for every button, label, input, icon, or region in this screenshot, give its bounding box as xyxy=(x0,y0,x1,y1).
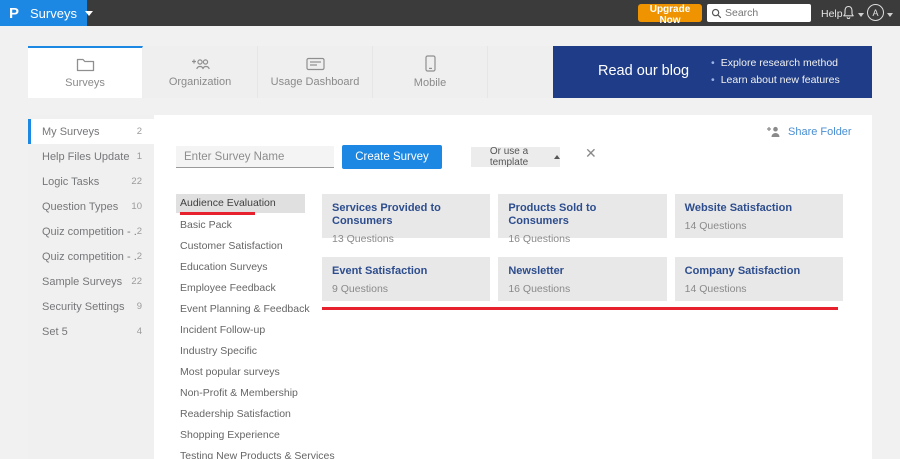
add-person-icon xyxy=(766,125,781,138)
folders-sidebar: My Surveys 2 Help Files Update 1 Logic T… xyxy=(28,115,154,459)
blog-link[interactable]: Read our blog xyxy=(598,63,689,79)
help-link[interactable]: Help xyxy=(821,8,843,20)
search-icon xyxy=(711,8,722,19)
category-event-planning-feedback[interactable]: Event Planning & Feedback xyxy=(176,299,310,320)
tab-surveys[interactable]: Surveys xyxy=(28,46,143,98)
count-badge: 2 xyxy=(136,126,142,137)
template-question-count: 16 Questions xyxy=(508,233,571,245)
category-customer-satisfaction[interactable]: Customer Satisfaction xyxy=(176,236,305,257)
category-most-popular-surveys[interactable]: Most popular surveys xyxy=(176,362,305,383)
search-box[interactable] xyxy=(707,4,811,22)
use-template-dropdown[interactable]: Or use a template xyxy=(471,146,560,168)
count-badge: 2 xyxy=(136,226,142,237)
chevron-up-icon xyxy=(554,155,560,159)
search-input[interactable] xyxy=(725,7,805,19)
tab-mobile[interactable]: Mobile xyxy=(373,46,488,98)
sidebar-item-sample-surveys[interactable]: Sample Surveys 22 xyxy=(28,269,154,294)
chevron-down-icon xyxy=(84,10,93,16)
tab-label: Mobile xyxy=(413,77,447,89)
mobile-icon xyxy=(424,55,436,72)
category-testing-new-products[interactable]: Testing New Products & Services xyxy=(176,446,335,459)
tab-strip: Surveys Organization Usage Dashboard Mob… xyxy=(28,46,872,98)
category-employee-feedback[interactable]: Employee Feedback xyxy=(176,278,305,299)
folder-icon xyxy=(76,57,95,72)
template-title: Website Satisfaction xyxy=(684,202,793,214)
count-badge: 10 xyxy=(131,201,142,212)
count-badge: 22 xyxy=(131,176,142,187)
count-badge: 1 xyxy=(136,151,142,162)
main-panel: My Surveys 2 Help Files Update 1 Logic T… xyxy=(28,115,872,459)
template-title: Event Satisfaction xyxy=(332,265,428,277)
sidebar-item-security-settings[interactable]: Security Settings 9 xyxy=(28,294,154,319)
dashboard-icon xyxy=(305,57,325,71)
sidebar-item-set-5[interactable]: Set 5 4 xyxy=(28,319,154,344)
proprofs-logo-icon: P xyxy=(9,4,20,22)
blog-bullet: Explore research method xyxy=(711,55,840,72)
template-card[interactable]: Company Satisfaction 14 Questions xyxy=(674,257,843,301)
tab-label: Surveys xyxy=(65,77,105,89)
blog-bullet: Learn about new features xyxy=(711,72,840,89)
template-category-list: Audience Evaluation Basic Pack Customer … xyxy=(176,194,335,459)
template-card[interactable]: Website Satisfaction 14 Questions xyxy=(674,194,843,238)
sidebar-item-quiz-competition-1[interactable]: Quiz competition - ... 2 xyxy=(28,219,154,244)
annotation-line xyxy=(322,307,838,310)
sidebar-item-my-surveys[interactable]: My Surveys 2 xyxy=(28,119,154,144)
tab-label: Usage Dashboard xyxy=(270,75,360,88)
app-window: P Surveys Upgrade Now Help A xyxy=(0,0,900,459)
survey-name-input[interactable] xyxy=(176,146,334,168)
template-question-count: 16 Questions xyxy=(508,283,571,295)
template-title: Services Provided to Consumers xyxy=(332,202,441,227)
add-users-icon xyxy=(190,57,210,71)
category-audience-evaluation[interactable]: Audience Evaluation xyxy=(176,194,305,213)
sidebar-item-logic-tasks[interactable]: Logic Tasks 22 xyxy=(28,169,154,194)
template-card[interactable]: Services Provided to Consumers 13 Questi… xyxy=(322,194,491,245)
bell-icon xyxy=(842,5,855,20)
category-education-surveys[interactable]: Education Surveys xyxy=(176,257,305,278)
tab-label: Organization xyxy=(168,75,232,88)
upgrade-now-button[interactable]: Upgrade Now xyxy=(638,4,702,26)
template-card[interactable]: Products Sold to Consumers 16 Questions xyxy=(498,194,667,245)
template-title: Newsletter xyxy=(508,265,564,277)
template-card[interactable]: Event Satisfaction 9 Questions xyxy=(322,257,491,301)
account-menu[interactable]: A xyxy=(867,4,893,21)
tab-organization[interactable]: Organization xyxy=(143,46,258,98)
close-icon[interactable]: ✕ xyxy=(585,146,597,162)
avatar: A xyxy=(867,4,884,21)
sidebar-item-help-files-update[interactable]: Help Files Update 1 xyxy=(28,144,154,169)
category-shopping-experience[interactable]: Shopping Experience xyxy=(176,425,305,446)
template-question-count: 9 Questions xyxy=(332,283,389,295)
category-industry-specific[interactable]: Industry Specific xyxy=(176,341,305,362)
notifications-menu[interactable] xyxy=(842,5,864,20)
category-readership-satisfaction[interactable]: Readership Satisfaction xyxy=(176,404,305,425)
sidebar-item-question-types[interactable]: Question Types 10 xyxy=(28,194,154,219)
template-card[interactable]: Newsletter 16 Questions xyxy=(498,257,667,301)
create-survey-button[interactable]: Create Survey xyxy=(342,145,442,169)
tab-usage-dashboard[interactable]: Usage Dashboard xyxy=(258,46,373,98)
annotation-underline xyxy=(180,212,255,215)
app-title: Surveys xyxy=(30,5,77,21)
blog-promo-panel[interactable]: Read our blog Explore research method Le… xyxy=(553,46,872,98)
chevron-down-icon xyxy=(858,12,864,17)
count-badge: 9 xyxy=(136,301,142,312)
count-badge: 4 xyxy=(136,326,142,337)
top-bar: P Surveys Upgrade Now Help A xyxy=(0,0,900,26)
category-non-profit-membership[interactable]: Non-Profit & Membership xyxy=(176,383,305,404)
content-area: Share Folder Create Survey Or use a temp… xyxy=(154,115,872,459)
share-folder-link[interactable]: Share Folder xyxy=(766,125,852,138)
count-badge: 22 xyxy=(131,276,142,287)
template-question-count: 13 Questions xyxy=(332,233,394,245)
product-switcher[interactable]: P Surveys xyxy=(0,0,93,26)
sidebar-item-quiz-competition-2[interactable]: Quiz competition - ... 2 xyxy=(28,244,154,269)
template-title: Products Sold to Consumers xyxy=(508,202,597,227)
category-incident-follow-up[interactable]: Incident Follow-up xyxy=(176,320,305,341)
category-basic-pack[interactable]: Basic Pack xyxy=(176,215,305,236)
template-title: Company Satisfaction xyxy=(684,265,801,277)
chevron-down-icon xyxy=(887,12,893,17)
template-question-count: 14 Questions xyxy=(684,220,747,232)
template-question-count: 14 Questions xyxy=(684,283,747,295)
blog-bullet-list: Explore research method Learn about new … xyxy=(711,55,840,89)
count-badge: 2 xyxy=(136,251,142,262)
template-card-grid: Services Provided to Consumers 13 Questi… xyxy=(322,194,843,301)
